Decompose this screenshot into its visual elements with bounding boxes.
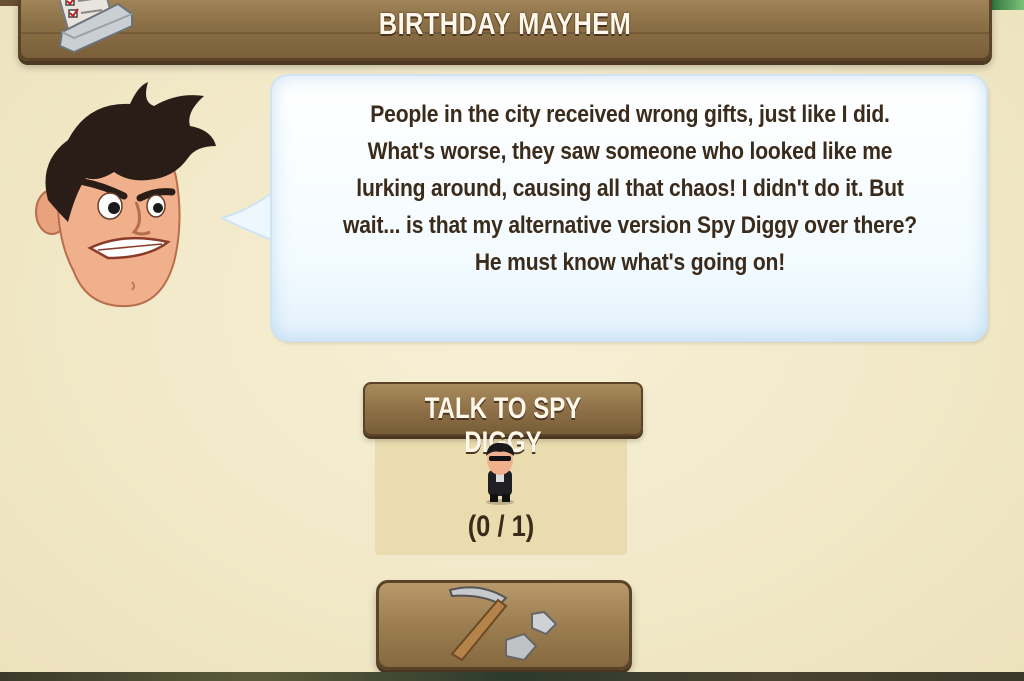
bottom-bar [0, 672, 1024, 681]
quest-list-icon [58, 0, 133, 54]
pickaxe-icon [448, 586, 558, 662]
corner-decoration [988, 0, 1024, 10]
title-plank: BIRTHDAY MAYHEM [18, 0, 992, 61]
diggy-face-icon [35, 82, 216, 308]
page-title: BIRTHDAY MAYHEM [378, 6, 632, 41]
spy-diggy-icon [486, 442, 514, 505]
dialog-text: People in the city received wrong gifts,… [343, 101, 917, 276]
task-header: TALK TO SPY DIGGY [363, 382, 643, 459]
task-progress: (0 / 1) [467, 510, 535, 543]
